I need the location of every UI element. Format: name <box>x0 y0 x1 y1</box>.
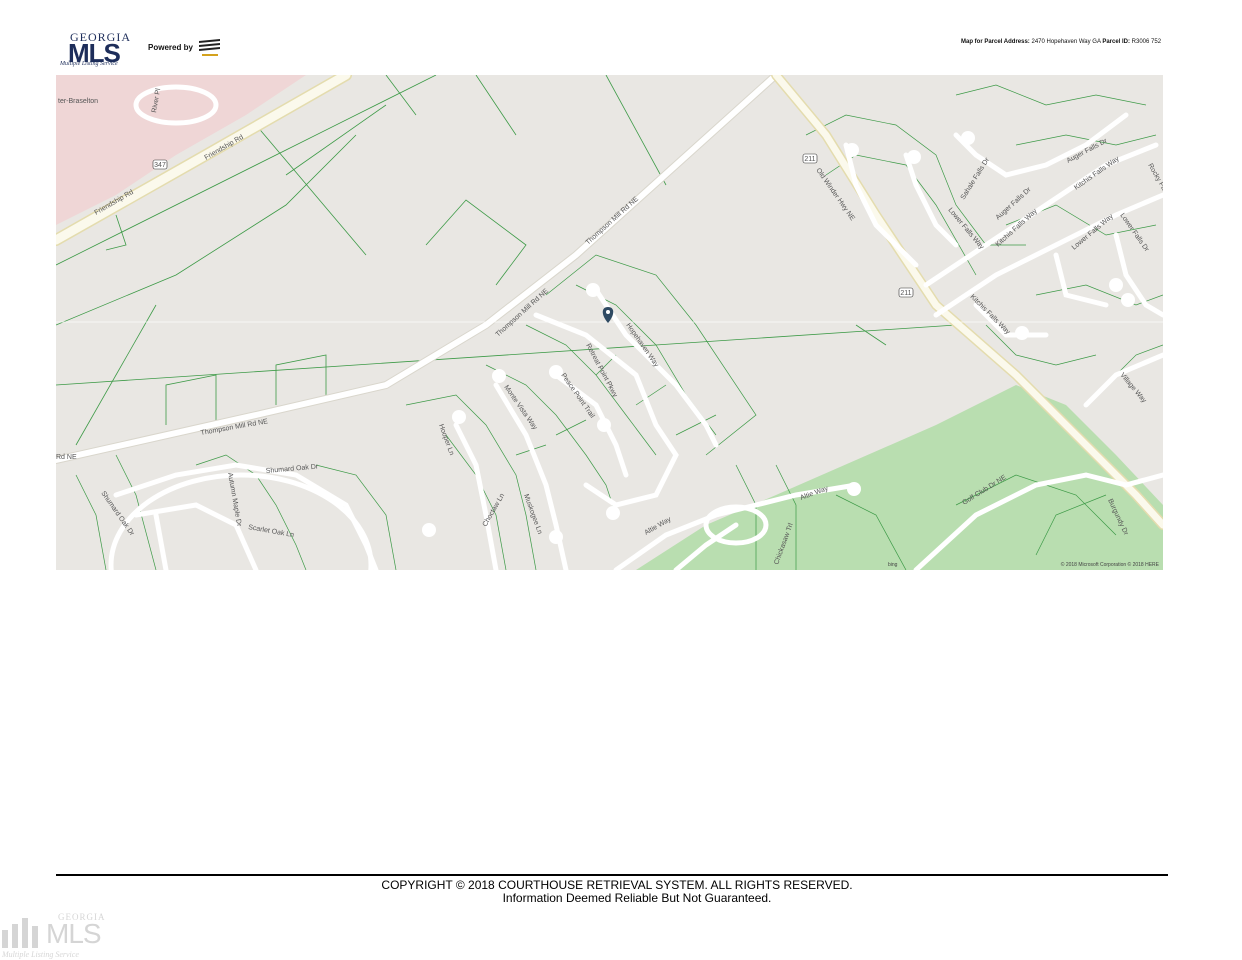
watermark-tagline: Multiple Listing Service <box>2 950 79 959</box>
label-thompson-mill-3: Thompson Mill Rd NE <box>585 196 641 247</box>
label-peace-point: Peace Point Trail <box>559 372 595 420</box>
address-label: Map for Parcel Address: <box>961 39 1030 45</box>
property-pin-icon <box>602 307 614 323</box>
parcel-value: R3006 752 <box>1131 39 1162 45</box>
copyright-text: COPYRIGHT © 2018 COURTHOUSE RETRIEVAL SY… <box>381 878 853 892</box>
shield-347-text: 347 <box>154 162 166 169</box>
shield-347-icon: 347 <box>152 159 168 170</box>
shield-211-icon: 211 <box>802 153 818 164</box>
powered-by-label: Powered by <box>148 43 193 52</box>
shield-211a-text: 211 <box>804 156 815 163</box>
footer-rule <box>56 874 1168 876</box>
crs-logo-icon <box>199 39 220 56</box>
label-kitchis-1: Kitchis Falls Way <box>1073 155 1121 191</box>
parcel-header: Map for Parcel Address: 2470 Hopehaven W… <box>961 39 1161 45</box>
label-sahale-falls: Sahale Falls Dr <box>960 156 992 201</box>
label-rd-ne: Rd NE <box>56 454 77 461</box>
disclaimer-text: Information Deemed Reliable But Not Guar… <box>502 891 772 905</box>
label-scarlet-oak: Scarlet Oak Ln <box>248 524 295 539</box>
label-braselton: ter-Braselton <box>58 98 98 105</box>
label-kitchis-3: Kitchis Falls Way <box>969 293 1012 336</box>
label-hoopers: Hooper Ln <box>437 423 455 456</box>
label-rocky-falls: Rocky Falls Way <box>1146 163 1163 212</box>
watermark-logo: GEORGIA MLS Multiple Listing Service <box>0 912 110 960</box>
address-value: 2470 Hopehaven Way GA <box>1031 39 1101 45</box>
watermark-mls: MLS <box>46 918 102 949</box>
parcel-map[interactable]: 347 211 211 ter-Braselton River Pl Frien… <box>56 75 1163 570</box>
shield-211-icon: 211 <box>898 287 914 298</box>
label-muskogee: Muskogee Ln <box>522 493 543 535</box>
parcel-label: Parcel ID: <box>1102 39 1130 45</box>
map-canvas: 347 211 211 ter-Braselton River Pl Frien… <box>56 75 1163 570</box>
watermark-bars-icon <box>2 918 38 948</box>
logo-tagline: Multiple Listing Service <box>60 61 118 67</box>
label-retreat-point: Retreat Point Pkwy <box>584 343 618 399</box>
bing-logo: bing <box>888 562 898 568</box>
label-shumard-oak-2: Shumard Oak Dr <box>99 490 135 538</box>
label-village-way: Village Way <box>1118 372 1147 405</box>
shield-211b-text: 211 <box>900 290 911 297</box>
map-credit: © 2018 Microsoft Corporation © 2018 HERE <box>1060 562 1159 568</box>
label-lower-falls-3: Lower Falls Dr <box>1118 212 1150 254</box>
